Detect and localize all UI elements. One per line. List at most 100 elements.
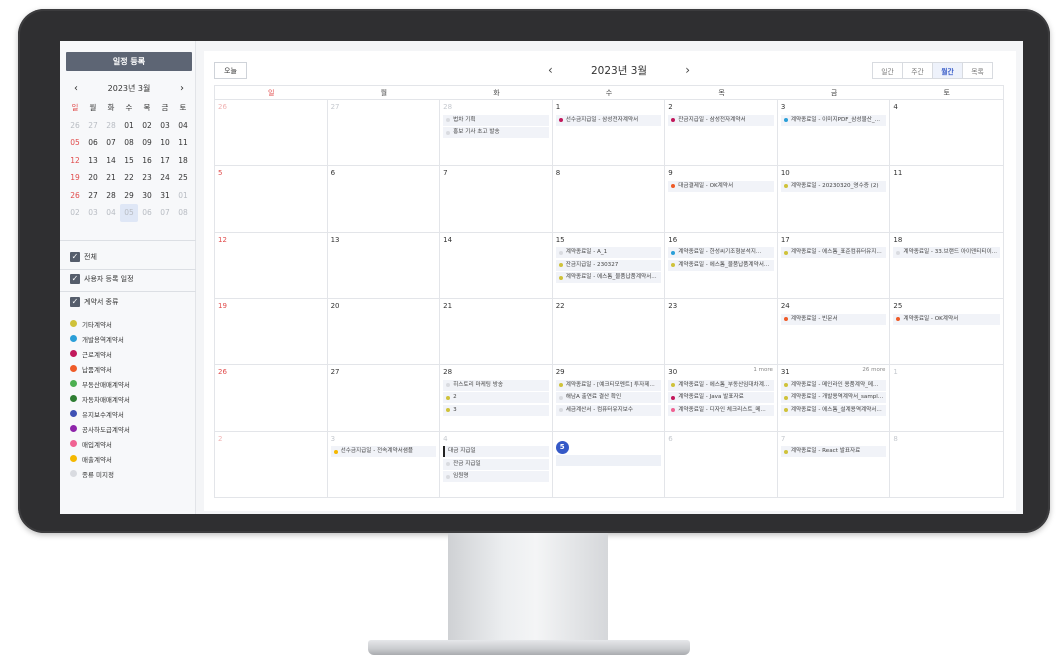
day-cell[interactable]: 30 1 more 계약종료일 - 에스톰_부동산임대차계... 계약종료일 -… [665, 365, 778, 431]
legend-item[interactable]: 근로계약서 [70, 346, 130, 361]
mini-day[interactable]: 04 [102, 204, 120, 222]
event-item[interactable]: 계약종료일 - 빈문서 [780, 313, 887, 325]
day-cell[interactable]: 10 계약종료일 - 20230320_영수증 (2) [778, 166, 891, 232]
prev-month-icon[interactable]: ‹ [544, 63, 557, 77]
legend-item[interactable]: 납품계약서 [70, 361, 130, 376]
day-cell[interactable]: 19 [215, 299, 328, 365]
mini-day[interactable]: 01 [174, 187, 192, 205]
checkbox-icon[interactable]: ✓ [70, 252, 80, 262]
checkbox-icon[interactable]: ✓ [70, 274, 80, 284]
mini-day[interactable]: 27 [84, 117, 102, 135]
mini-day[interactable]: 20 [84, 169, 102, 187]
day-cell[interactable]: 20 [328, 299, 441, 365]
mini-day[interactable]: 10 [156, 134, 174, 152]
event-item[interactable]: 계약종료일 - 에스톰_표준컴퓨터유지... [780, 247, 887, 259]
day-cell[interactable]: 7 [440, 166, 553, 232]
mini-day[interactable]: 25 [174, 169, 192, 187]
mini-day[interactable]: 26 [66, 117, 84, 135]
mini-day[interactable]: 22 [120, 169, 138, 187]
day-cell[interactable]: 29 계약종료일 - [예크티모멘트] 투자제... 해남A 출연료 결산 확인… [553, 365, 666, 431]
day-cell[interactable]: 2 잔금지급일 - 삼성전자계약서 [665, 100, 778, 166]
event-item[interactable]: 3 [443, 404, 549, 416]
legend-item[interactable]: 유지보수계약서 [70, 406, 130, 421]
day-cell[interactable]: 3 계약종료일 - 이미지PDF_삼성물산_... [778, 100, 891, 166]
day-cell[interactable]: 23 [665, 299, 778, 365]
mini-day[interactable]: 29 [120, 187, 138, 205]
day-cell[interactable]: 26 [215, 365, 328, 431]
mini-day[interactable]: 01 [120, 117, 138, 135]
event-item[interactable]: 계약종료일 - 에스톰_설계용역계약서... [780, 404, 887, 416]
legend-item[interactable]: 매출계약서 [70, 451, 130, 466]
day-cell[interactable]: 11 [890, 166, 1003, 231]
day-cell[interactable]: 24 계약종료일 - 빈문서 [778, 299, 891, 365]
day-cell[interactable]: 21 [440, 299, 553, 365]
mini-day[interactable]: 18 [174, 152, 192, 170]
mini-day[interactable]: 27 [84, 187, 102, 205]
event-item[interactable]: 계약종료일 - 에스톰_물품납품계약서... [555, 272, 662, 284]
event-item[interactable]: 계약종료일 - 에스톰_물품납품계약서... [668, 259, 774, 271]
legend-item[interactable]: 기타계약서 [70, 316, 130, 331]
tab-day[interactable]: 일간 [872, 62, 903, 79]
mini-day[interactable]: 04 [174, 117, 192, 135]
mini-day[interactable]: 30 [138, 187, 156, 205]
mini-day[interactable]: 06 [84, 134, 102, 152]
legend-item[interactable]: 공사하도급계약서 [70, 421, 130, 436]
mini-day[interactable]: 14 [102, 152, 120, 170]
event-item[interactable]: 계약종료일 - 개발용역계약서_sampl... [780, 392, 887, 404]
day-cell-today[interactable]: 5 [553, 431, 666, 498]
event-item[interactable]: 계약종료일 - React 발표자료 [780, 446, 887, 458]
next-month-icon[interactable]: › [681, 63, 694, 77]
event-item[interactable]: 계약종료일 - A_1 [555, 247, 662, 259]
day-cell[interactable]: 9 대금결제일 - OK계약서 [665, 166, 778, 232]
event-item[interactable]: 잔금지급일 - 삼성전자계약서 [668, 114, 774, 126]
day-cell[interactable]: 7 계약종료일 - React 발표자료 [778, 431, 891, 498]
tab-list[interactable]: 목록 [962, 62, 993, 79]
day-cell[interactable]: 27 [328, 100, 441, 166]
mini-day[interactable]: 03 [156, 117, 174, 135]
day-cell[interactable]: 18 계약종료일 - 33.브랜드 아이덴티티이... [890, 233, 1003, 298]
day-cell[interactable]: 4 대금 지급일 잔금 지급일 임원명 [440, 431, 553, 498]
today-button[interactable]: 오늘 [214, 62, 247, 79]
mini-day[interactable]: 03 [84, 204, 102, 222]
event-item[interactable]: 계약종료일 - OK계약서 [893, 313, 1000, 325]
event-item[interactable]: 홍보 기사 초고 발송 [443, 127, 549, 138]
day-cell[interactable]: 6 [665, 431, 778, 498]
event-item[interactable]: 대금결제일 - OK계약서 [668, 180, 774, 192]
mini-day[interactable]: 15 [120, 152, 138, 170]
event-item[interactable]: 계약종료일 - 메인라인 용품계약_메... [780, 379, 887, 391]
event-item[interactable]: 세금계산서 - 컴퓨터유지보수 [555, 404, 662, 416]
mini-prev-icon[interactable]: ‹ [66, 83, 86, 94]
mini-day[interactable]: 16 [138, 152, 156, 170]
event-item[interactable]: 임원명 [443, 471, 549, 483]
event-item[interactable]: 히스토리 마케팅 방송 [443, 379, 549, 391]
mini-day[interactable]: 31 [156, 187, 174, 205]
day-cell[interactable]: 27 [328, 365, 441, 431]
event-item[interactable]: 선수금지급일 - 삼성전자계약서 [555, 114, 662, 126]
legend-item[interactable]: 개발용역계약서 [70, 331, 130, 346]
checkbox-icon[interactable]: ✓ [70, 297, 80, 307]
mini-day[interactable]: 07 [156, 204, 174, 222]
day-cell[interactable]: 26 [215, 100, 328, 166]
more-events-link[interactable]: 26 more [862, 367, 885, 373]
more-events-link[interactable]: 1 more [753, 367, 773, 373]
event-item[interactable]: 2 [443, 392, 549, 404]
day-cell[interactable]: 1 선수금지급일 - 삼성전자계약서 [553, 100, 666, 166]
legend-item[interactable]: 매입계약서 [70, 436, 130, 451]
mini-day[interactable]: 07 [102, 134, 120, 152]
mini-day[interactable]: 05 [66, 134, 84, 152]
mini-day[interactable]: 06 [138, 204, 156, 222]
mini-day[interactable]: 08 [120, 134, 138, 152]
mini-day[interactable]: 02 [138, 117, 156, 135]
mini-day[interactable]: 28 [102, 187, 120, 205]
mini-day[interactable]: 09 [138, 134, 156, 152]
day-cell[interactable]: 2 [215, 431, 328, 498]
day-cell[interactable]: 8 [890, 432, 1003, 498]
day-cell[interactable]: 16 계약종료일 - 한성씨기조형분석지... 계약종료일 - 에스톰_물품납품… [665, 232, 778, 298]
day-cell[interactable]: 15 계약종료일 - A_1 잔금지급일 - 230327 계약종료일 - 에스… [553, 232, 666, 298]
mini-day[interactable]: 13 [84, 152, 102, 170]
tab-month[interactable]: 월간 [932, 62, 963, 79]
day-cell[interactable]: 31 26 more 계약종료일 - 메인라인 용품계약_메... 계약종료일 … [778, 365, 891, 431]
day-cell[interactable]: 13 [328, 232, 441, 298]
event-item[interactable]: 법차 기획 [443, 114, 549, 126]
day-cell[interactable]: 17 계약종료일 - 에스톰_표준컴퓨터유지... [778, 232, 891, 298]
